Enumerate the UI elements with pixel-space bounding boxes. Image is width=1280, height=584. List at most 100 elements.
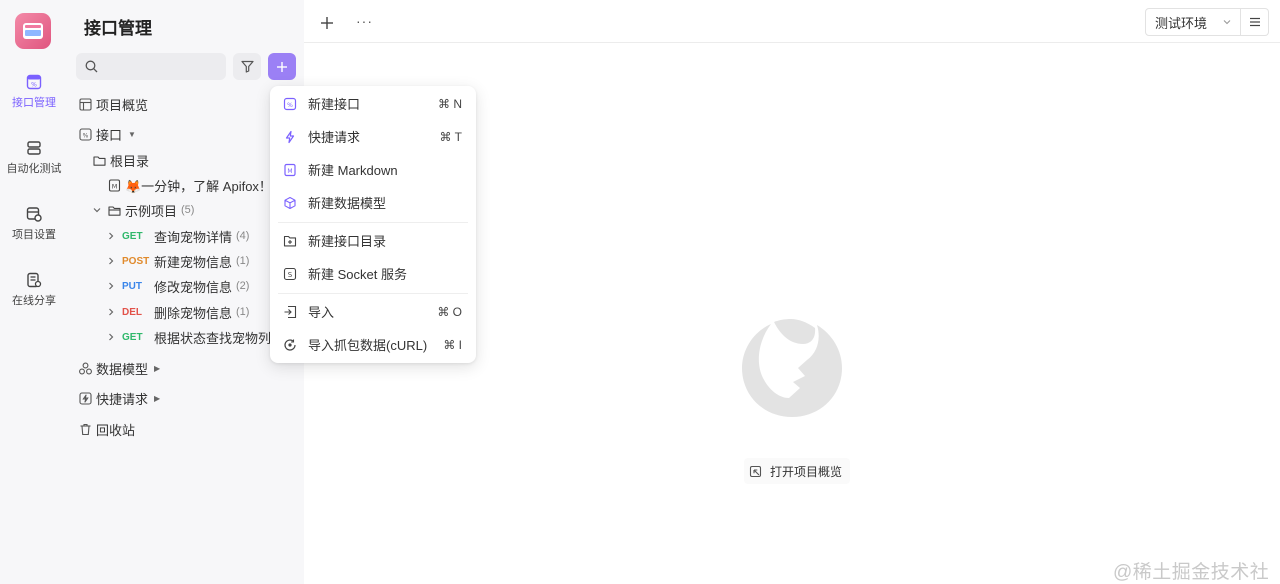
menu-item-label: 新建数据模型 <box>308 196 387 211</box>
new-tab-plus-icon[interactable] <box>319 15 335 31</box>
method-badge: PUT <box>122 280 142 292</box>
rail-label: 自动化测试 <box>6 163 62 175</box>
tree-item-overview[interactable]: 项目概览 <box>79 93 148 115</box>
tree-item-trash[interactable]: 回收站 <box>79 418 135 440</box>
chevron-right-icon <box>109 333 114 341</box>
menu-item-import-curl[interactable]: 导入抓包数据(cURL) ⌘ I <box>270 328 476 361</box>
endpoint-label: 根据状态查找宠物列... <box>154 330 282 346</box>
markdown-icon: M <box>284 163 296 176</box>
quick-request-icon <box>79 391 92 405</box>
endpoint-label: 删除宠物信息 <box>154 305 233 321</box>
menu-icon <box>1249 17 1260 27</box>
menu-item-new-socket-service[interactable]: S 新建 Socket 服务 <box>270 257 476 290</box>
item-count: (1) <box>236 255 250 267</box>
menu-item-import[interactable]: 导入 ⌘ O <box>270 295 476 328</box>
rail-label: 项目设置 <box>12 229 56 241</box>
api-icon: % <box>79 127 92 141</box>
plus-icon <box>277 61 287 72</box>
endpoint-row[interactable]: PUT 修改宠物信息 (2) <box>106 275 249 297</box>
project-sidebar: 接口管理 项目概览 % 接口 ▼ 根目录 M 🦊一分钟，了解 Apifox！ 示… <box>68 0 304 584</box>
api-icon: % <box>26 74 42 90</box>
caret-right-icon[interactable]: ▶ <box>154 394 160 403</box>
folder-icon <box>93 155 106 166</box>
caret-right-icon[interactable]: ▶ <box>154 364 160 373</box>
environment-select[interactable]: 测试环境 <box>1145 8 1241 36</box>
endpoint-row[interactable]: POST 新建宠物信息 (1) <box>106 250 249 272</box>
tree-item-quick-requests[interactable]: 快捷请求 ▶ <box>79 387 160 409</box>
filter-button[interactable] <box>233 53 261 80</box>
trash-icon <box>80 423 91 435</box>
menu-item-new-data-model[interactable]: 新建数据模型 <box>270 186 476 219</box>
menu-item-new-api-folder[interactable]: 新建接口目录 <box>270 224 476 257</box>
svg-text:%: % <box>287 102 293 109</box>
endpoint-row[interactable]: DEL 删除宠物信息 (1) <box>106 301 249 323</box>
menu-divider <box>278 222 468 223</box>
watermark-text: @稀土掘金技术社区 <box>1113 562 1270 583</box>
item-count: (4) <box>236 230 250 242</box>
svg-text:M: M <box>287 168 292 175</box>
svg-text:%: % <box>31 82 37 89</box>
api-icon: % <box>283 97 297 110</box>
app-logo[interactable] <box>15 13 51 49</box>
menu-item-label: 导入抓包数据(cURL) <box>308 338 428 353</box>
endpoint-label: 新建宠物信息 <box>154 254 233 270</box>
menu-item-label: 新建接口 <box>308 97 361 112</box>
endpoint-label: 查询宠物详情 <box>154 229 233 245</box>
tree-item-data-models[interactable]: 数据模型 ▶ <box>79 357 160 379</box>
item-count: (1) <box>236 306 250 318</box>
folder-open-icon <box>108 205 121 216</box>
automation-icon <box>27 141 41 155</box>
chevron-right-icon <box>109 308 114 316</box>
search-input[interactable] <box>76 53 226 80</box>
tree-label: 🦊一分钟，了解 Apifox！ <box>125 178 272 194</box>
method-badge: POST <box>122 255 150 267</box>
tree-label: 回收站 <box>96 422 136 438</box>
endpoint-row[interactable]: GET 根据状态查找宠物列... <box>106 326 282 348</box>
rail-item-online-share[interactable]: 在线分享 <box>0 272 68 308</box>
open-overview-label: 打开项目概览 <box>770 464 843 479</box>
chevron-down-icon <box>1223 20 1231 25</box>
menu-item-label: 快捷请求 <box>308 130 361 145</box>
tree-item-folder[interactable]: 示例项目 (5) <box>92 199 194 221</box>
menu-item-label: 新建 Socket 服务 <box>308 267 407 282</box>
tree-item-root[interactable]: 根目录 <box>93 149 149 171</box>
rail-item-automation[interactable]: 自动化测试 <box>0 140 68 176</box>
tree-label: 数据模型 <box>96 361 149 377</box>
endpoint-label: 修改宠物信息 <box>154 279 233 295</box>
add-button[interactable] <box>268 53 296 80</box>
overview-icon <box>79 97 92 111</box>
lightning-icon <box>285 130 295 143</box>
folder-plus-icon <box>283 235 297 246</box>
environment-manage-button[interactable] <box>1241 8 1269 36</box>
tree-item-doc[interactable]: M 🦊一分钟，了解 Apifox！ <box>108 174 272 196</box>
menu-item-new-markdown[interactable]: M 新建 Markdown <box>270 153 476 186</box>
method-badge: GET <box>122 230 143 242</box>
environment-value: 测试环境 <box>1155 15 1208 31</box>
left-rail: % 接口管理 自动化测试 项目设置 在线分享 <box>0 0 68 584</box>
chevron-right-icon <box>109 232 114 240</box>
empty-state-illustration <box>742 319 842 417</box>
open-overview-button[interactable]: 打开项目概览 <box>744 458 851 484</box>
tree-item-interfaces[interactable]: % 接口 ▼ <box>79 123 136 145</box>
shortcut-hint: ⌘ O <box>437 304 462 319</box>
menu-item-quick-request[interactable]: 快捷请求 ⌘ T <box>270 120 476 153</box>
method-badge: GET <box>122 331 143 343</box>
tree-label: 根目录 <box>110 153 150 169</box>
new-item-dropdown: % 新建接口 ⌘ N 快捷请求 ⌘ T M 新建 Markdown 新建数据模型… <box>270 86 476 363</box>
menu-item-label: 新建 Markdown <box>308 163 398 178</box>
menu-divider <box>278 293 468 294</box>
endpoint-row[interactable]: GET 查询宠物详情 (4) <box>106 225 249 247</box>
shortcut-hint: ⌘ T <box>439 129 462 144</box>
svg-text:%: % <box>83 132 89 139</box>
rail-item-api-management[interactable]: % 接口管理 <box>0 74 68 110</box>
settings-icon <box>26 207 42 222</box>
page-title: 接口管理 <box>84 19 152 38</box>
more-options-button[interactable]: ··· <box>356 13 373 29</box>
caret-down-icon[interactable]: ▼ <box>128 130 136 139</box>
shortcut-hint: ⌘ I <box>443 337 462 352</box>
svg-text:M: M <box>112 182 118 190</box>
data-model-icon <box>79 362 92 374</box>
rail-item-project-settings[interactable]: 项目设置 <box>0 206 68 242</box>
tree-label: 示例项目 <box>125 203 178 219</box>
menu-item-new-api[interactable]: % 新建接口 ⌘ N <box>270 87 476 120</box>
